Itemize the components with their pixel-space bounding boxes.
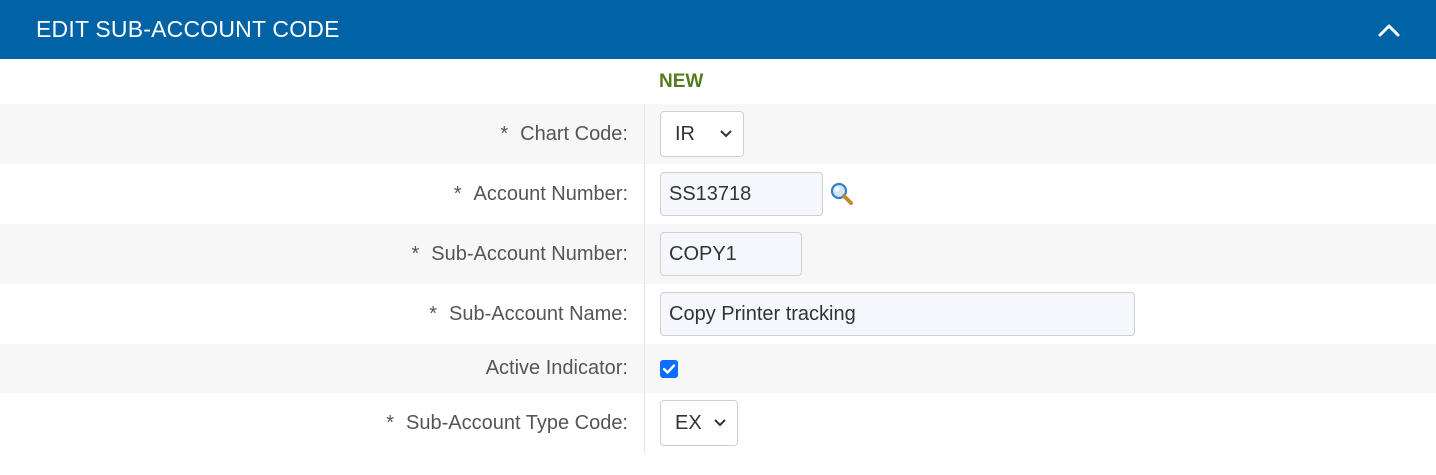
- sub-account-number-value-cell: [644, 224, 1436, 284]
- sub-account-number-label: Sub-Account Number:: [431, 242, 628, 265]
- sub-account-name-label: Sub-Account Name:: [449, 302, 628, 325]
- sub-account-name-row: * Sub-Account Name:: [0, 284, 1436, 344]
- edit-sub-account-panel: EDIT SUB-ACCOUNT CODE NEW * Chart Code: …: [0, 0, 1436, 475]
- sub-account-type-code-row: * Sub-Account Type Code: EX: [0, 393, 1436, 453]
- panel-title: EDIT SUB-ACCOUNT CODE: [36, 16, 340, 42]
- active-indicator-checkbox[interactable]: [660, 359, 678, 378]
- status-badge: NEW: [659, 71, 704, 92]
- sub-account-name-input[interactable]: [660, 292, 1135, 336]
- panel-header: EDIT SUB-ACCOUNT CODE: [0, 0, 1436, 59]
- chart-code-select[interactable]: IR: [660, 111, 744, 157]
- chevron-down-icon: [714, 419, 726, 427]
- active-indicator-label: Active Indicator:: [485, 357, 628, 379]
- active-indicator-row: Active Indicator:: [0, 344, 1436, 393]
- required-marker: *: [453, 182, 462, 205]
- status-row: NEW: [0, 59, 1436, 104]
- active-indicator-value-cell: [644, 344, 1436, 393]
- sub-account-type-code-value-cell: EX: [644, 393, 1436, 453]
- active-indicator-label-cell: Active Indicator:: [0, 344, 644, 393]
- sub-account-type-code-select[interactable]: EX: [660, 400, 738, 446]
- required-marker: *: [429, 302, 438, 325]
- sub-account-name-label-cell: * Sub-Account Name:: [0, 284, 644, 344]
- account-number-value-cell: [644, 164, 1436, 224]
- sub-account-type-code-label: Sub-Account Type Code:: [406, 411, 628, 434]
- chart-code-row: * Chart Code: IR: [0, 104, 1436, 164]
- sub-account-type-code-value: EX: [675, 411, 702, 434]
- chart-code-label: Chart Code:: [520, 122, 628, 145]
- sub-account-name-value-cell: [644, 284, 1436, 344]
- chevron-down-icon: [720, 130, 732, 138]
- collapse-button[interactable]: [1369, 10, 1409, 50]
- sub-account-number-label-cell: * Sub-Account Number:: [0, 224, 644, 284]
- account-number-row: * Account Number:: [0, 164, 1436, 224]
- sub-account-type-code-label-cell: * Sub-Account Type Code:: [0, 393, 644, 453]
- account-number-input[interactable]: [660, 172, 823, 216]
- chevron-up-icon: [1378, 24, 1400, 36]
- chart-code-value-cell: IR: [644, 104, 1436, 164]
- account-number-label: Account Number:: [473, 182, 628, 205]
- chart-code-label-cell: * Chart Code:: [0, 104, 644, 164]
- checkmark-icon: [662, 363, 676, 374]
- account-lookup-button[interactable]: [829, 181, 855, 207]
- required-marker: *: [411, 242, 420, 265]
- sub-account-number-input[interactable]: [660, 232, 802, 276]
- account-number-label-cell: * Account Number:: [0, 164, 644, 224]
- chart-code-value: IR: [675, 122, 695, 145]
- required-marker: *: [500, 122, 509, 145]
- required-marker: *: [386, 411, 394, 434]
- magnifier-icon: [830, 182, 853, 205]
- sub-account-number-row: * Sub-Account Number:: [0, 224, 1436, 284]
